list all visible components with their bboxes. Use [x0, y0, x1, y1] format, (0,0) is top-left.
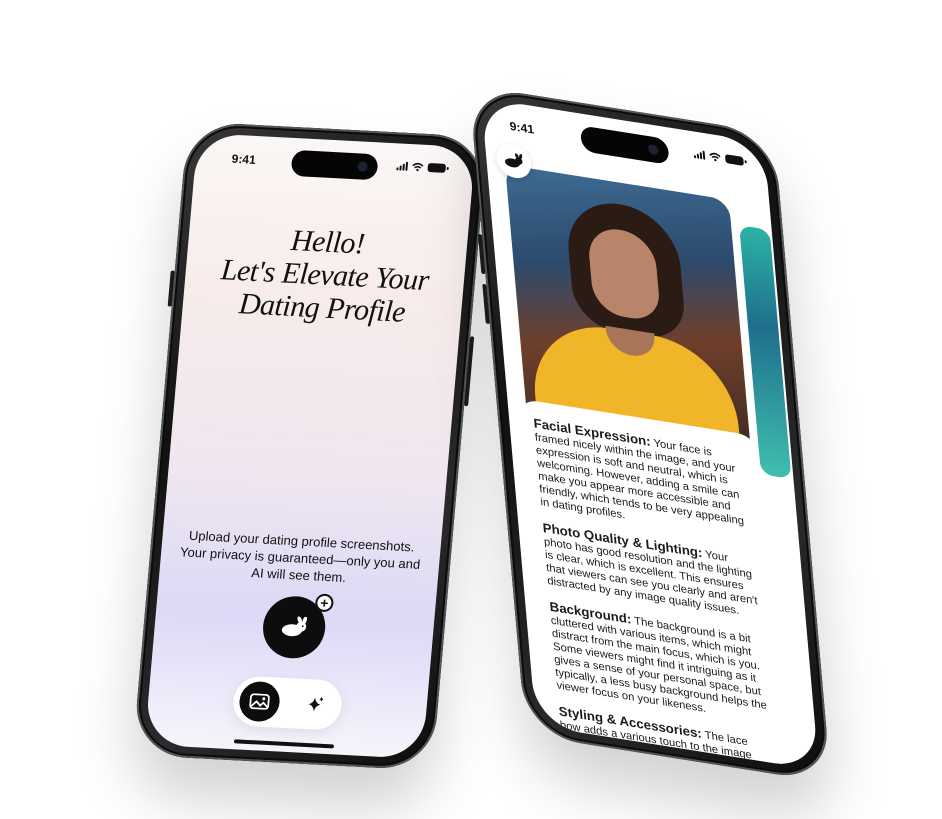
rabbit-icon	[504, 153, 523, 168]
volume-button	[482, 283, 490, 325]
tab-gallery[interactable]	[237, 680, 282, 723]
hero-title: Hello! Let's Elevate Your Dating Profile	[182, 219, 468, 332]
battery-icon	[724, 154, 744, 166]
volume-button	[477, 233, 486, 275]
battery-icon	[427, 162, 447, 173]
upload-instructions: Upload your dating profile screenshots. …	[179, 527, 421, 585]
status-time: 9:41	[231, 151, 257, 167]
app-logo[interactable]	[494, 141, 533, 181]
status-time: 9:41	[509, 118, 535, 137]
side-button	[464, 336, 475, 407]
left-screen: 9:41 Hello! Let's Elevate Your Dating Pr…	[144, 132, 476, 760]
wifi-icon	[412, 162, 424, 172]
dynamic-island	[579, 125, 670, 165]
status-icons	[396, 161, 447, 173]
upload-button[interactable]: +	[260, 593, 335, 660]
rabbit-icon	[281, 616, 308, 637]
add-badge: +	[314, 593, 335, 613]
left-phone: 9:41 Hello! Let's Elevate Your Dating Pr…	[132, 121, 488, 771]
volume-button	[167, 270, 175, 307]
right-phone: 9:41 Facial Expression: Your face is fra…	[468, 85, 832, 783]
home-indicator	[233, 739, 335, 749]
tab-enhance[interactable]	[294, 684, 337, 726]
status-icons	[693, 149, 744, 166]
dynamic-island	[290, 149, 379, 181]
tab-bar	[231, 675, 344, 731]
signal-icon	[396, 161, 409, 171]
image-icon	[249, 693, 270, 710]
feedback-card: Facial Expression: Your face is framed n…	[517, 398, 789, 771]
wifi-icon	[709, 152, 721, 162]
signal-icon	[693, 149, 706, 160]
sparkle-icon	[308, 696, 324, 712]
right-screen: 9:41 Facial Expression: Your face is fra…	[481, 97, 819, 771]
feedback-body: The background is a bit cluttered with v…	[550, 614, 768, 716]
